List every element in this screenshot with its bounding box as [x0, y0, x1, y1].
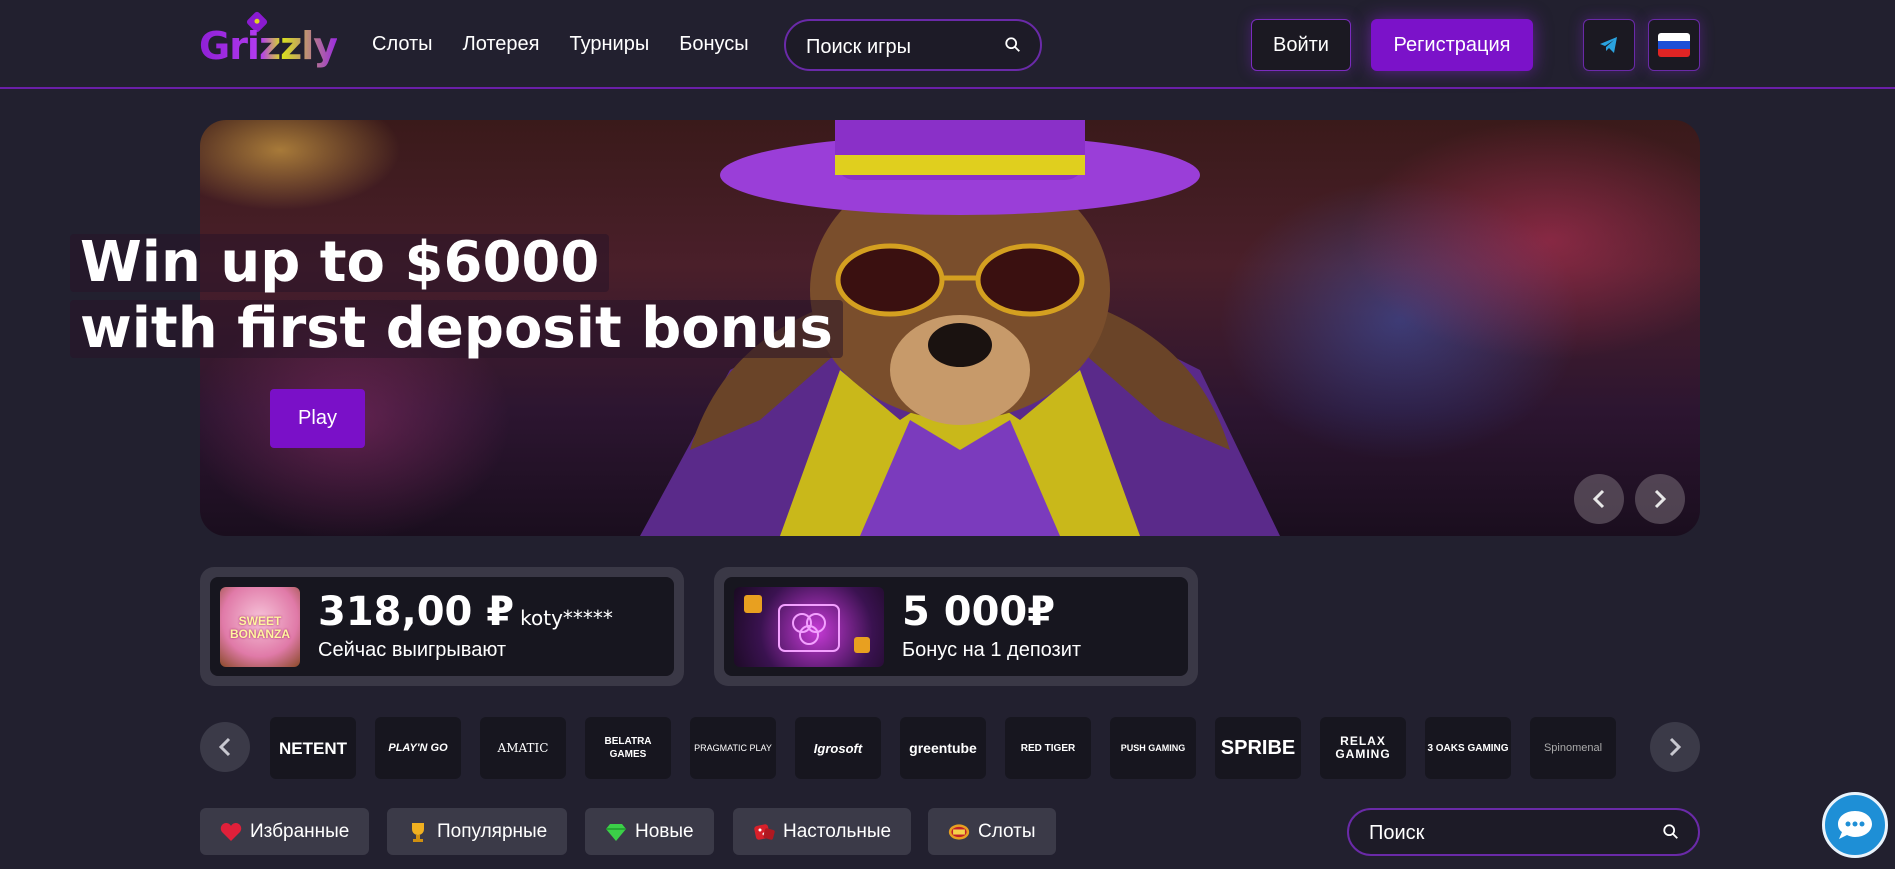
- telegram-button[interactable]: [1583, 19, 1635, 71]
- clover-icon: [744, 595, 870, 653]
- trophy-icon: [407, 821, 429, 843]
- bonus-label: Бонус на 1 депозит: [902, 639, 1082, 661]
- provider-spribe[interactable]: SPRIBE: [1215, 717, 1301, 779]
- winner-amount-value: 318,00 ₽: [318, 589, 515, 635]
- provider-relax[interactable]: RELAX GAMING: [1320, 717, 1406, 779]
- winners-card-inner: SWEET BONANZA 318,00 ₽ koty***** Сейчас в…: [210, 577, 674, 676]
- provider-netent[interactable]: NETENT: [270, 717, 356, 779]
- header: Grizzly Слоты Лотерея Турниры Бонусы Пои…: [0, 0, 1895, 89]
- gem-icon: [605, 821, 627, 843]
- hero-title-line-1: Win up to $6000: [70, 234, 610, 292]
- winner-amount: 318,00 ₽ koty*****: [318, 589, 613, 635]
- winner-username: koty*****: [520, 606, 613, 630]
- register-button[interactable]: Регистрация: [1371, 19, 1533, 71]
- hero-title-line-2: with first deposit bonus: [70, 300, 843, 358]
- provider-redtiger[interactable]: RED TIGER: [1005, 717, 1091, 779]
- nav-item-lottery[interactable]: Лотерея: [463, 33, 540, 56]
- deposit-bonus-card-inner: 5 000₽ Бонус на 1 депозит: [724, 577, 1188, 676]
- deposit-bonus-card[interactable]: 5 000₽ Бонус на 1 депозит: [714, 567, 1198, 686]
- chevron-right-icon: [1669, 737, 1682, 757]
- game-search-input[interactable]: Поиск игры: [784, 19, 1042, 71]
- category-favorites[interactable]: Избранные: [200, 808, 370, 855]
- category-new-label: Новые: [635, 820, 694, 842]
- bar-icon: [948, 821, 970, 843]
- game-search-placeholder: Поиск игры: [806, 36, 911, 58]
- search-icon: [1005, 37, 1020, 52]
- dice-icon: [753, 821, 775, 843]
- language-button[interactable]: [1648, 19, 1700, 71]
- nav-item-tournaments[interactable]: Турниры: [570, 33, 650, 56]
- provider-playngo[interactable]: PLAY'N GO: [375, 717, 461, 779]
- nav-item-slots[interactable]: Слоты: [372, 33, 433, 56]
- hero-prev-button[interactable]: [1574, 474, 1624, 524]
- chat-bubble-icon: [1838, 811, 1872, 839]
- category-table-label: Настольные: [783, 820, 892, 842]
- bonus-thumbnail: [734, 587, 884, 667]
- category-popular-label: Популярные: [437, 820, 548, 842]
- catalog-search-placeholder: Поиск: [1369, 822, 1425, 844]
- heart-icon: [220, 821, 242, 843]
- provider-belatra[interactable]: BELATRA GAMES: [585, 717, 671, 779]
- provider-pragmatic[interactable]: PRAGMATIC PLAY: [690, 717, 776, 779]
- chevron-left-icon: [1592, 489, 1605, 509]
- nav-item-bonuses[interactable]: Бонусы: [679, 33, 748, 56]
- category-favorites-label: Избранные: [250, 820, 350, 842]
- category-new[interactable]: Новые: [585, 808, 714, 855]
- chevron-left-icon: [218, 737, 231, 757]
- telegram-icon: [1600, 37, 1617, 53]
- bonus-amount: 5 000₽: [902, 589, 1056, 635]
- category-slots-label: Слоты: [978, 820, 1036, 842]
- provider-greentube[interactable]: greentube: [900, 717, 986, 779]
- chevron-right-icon: [1654, 489, 1667, 509]
- category-table[interactable]: Настольные: [733, 808, 912, 855]
- sweet-bonanza-thumbnail: SWEET BONANZA: [220, 587, 300, 667]
- hero-play-button[interactable]: Play: [270, 389, 365, 448]
- sweet-bonanza-thumb-text: SWEET BONANZA: [230, 614, 290, 641]
- catalog-search-input[interactable]: Поиск: [1347, 808, 1700, 856]
- login-button[interactable]: Войти: [1251, 19, 1351, 71]
- category-popular[interactable]: Популярные: [387, 808, 568, 855]
- search-icon: [1663, 824, 1678, 839]
- provider-amatic[interactable]: AMATIC: [480, 717, 566, 779]
- logo[interactable]: Grizzly: [199, 10, 349, 68]
- provider-igrosoft[interactable]: Igrosoft: [795, 717, 881, 779]
- provider-spinomenal[interactable]: Spinomenal: [1530, 717, 1616, 779]
- logo-text: Grizzly: [199, 24, 338, 68]
- live-chat-button[interactable]: [1822, 792, 1888, 858]
- winners-label: Сейчас выигрывают: [318, 639, 507, 661]
- main-nav: Слоты Лотерея Турниры Бонусы: [372, 0, 779, 89]
- providers-next-button[interactable]: [1650, 722, 1700, 772]
- provider-pushgaming[interactable]: PUSH GAMING: [1110, 717, 1196, 779]
- category-slots[interactable]: Слоты: [928, 808, 1056, 855]
- winners-card[interactable]: SWEET BONANZA 318,00 ₽ koty***** Сейчас в…: [200, 567, 684, 686]
- hero-next-button[interactable]: [1635, 474, 1685, 524]
- provider-3oaks[interactable]: 3 OAKS GAMING: [1425, 717, 1511, 779]
- russian-flag-icon: [1658, 33, 1690, 57]
- providers-prev-button[interactable]: [200, 722, 250, 772]
